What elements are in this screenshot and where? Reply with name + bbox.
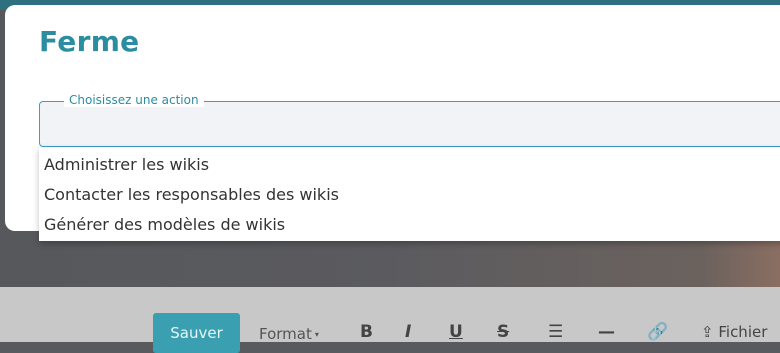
action-field-label: Choisissez une action: [64, 93, 204, 107]
action-input[interactable]: [40, 102, 780, 146]
files-button[interactable]: ⇪ Fichier: [701, 323, 767, 341]
strikethrough-icon[interactable]: S: [497, 322, 509, 342]
horizontal-rule-icon[interactable]: —: [598, 322, 615, 342]
action-field[interactable]: [39, 101, 780, 147]
format-dropdown[interactable]: Format ▾: [259, 325, 319, 343]
italic-icon[interactable]: I: [405, 322, 411, 342]
dropdown-item-generer[interactable]: Générer des modèles de wikis: [44, 215, 285, 234]
dropdown-item-administrer[interactable]: Administrer les wikis: [44, 155, 209, 174]
action-dropdown: Administrer les wikis Contacter les resp…: [39, 147, 780, 241]
modal-title: Ferme: [39, 25, 140, 58]
caret-down-icon: ▾: [314, 330, 319, 339]
list-icon[interactable]: ☰: [548, 322, 563, 342]
save-button[interactable]: Sauver: [153, 313, 240, 353]
link-icon[interactable]: 🔗: [647, 322, 668, 342]
underline-icon[interactable]: U: [449, 322, 463, 342]
files-label: Fichier: [718, 323, 768, 341]
format-label: Format: [259, 325, 312, 343]
upload-icon: ⇪: [701, 323, 714, 341]
bold-icon[interactable]: B: [360, 322, 373, 342]
dropdown-item-contacter[interactable]: Contacter les responsables des wikis: [44, 185, 339, 204]
